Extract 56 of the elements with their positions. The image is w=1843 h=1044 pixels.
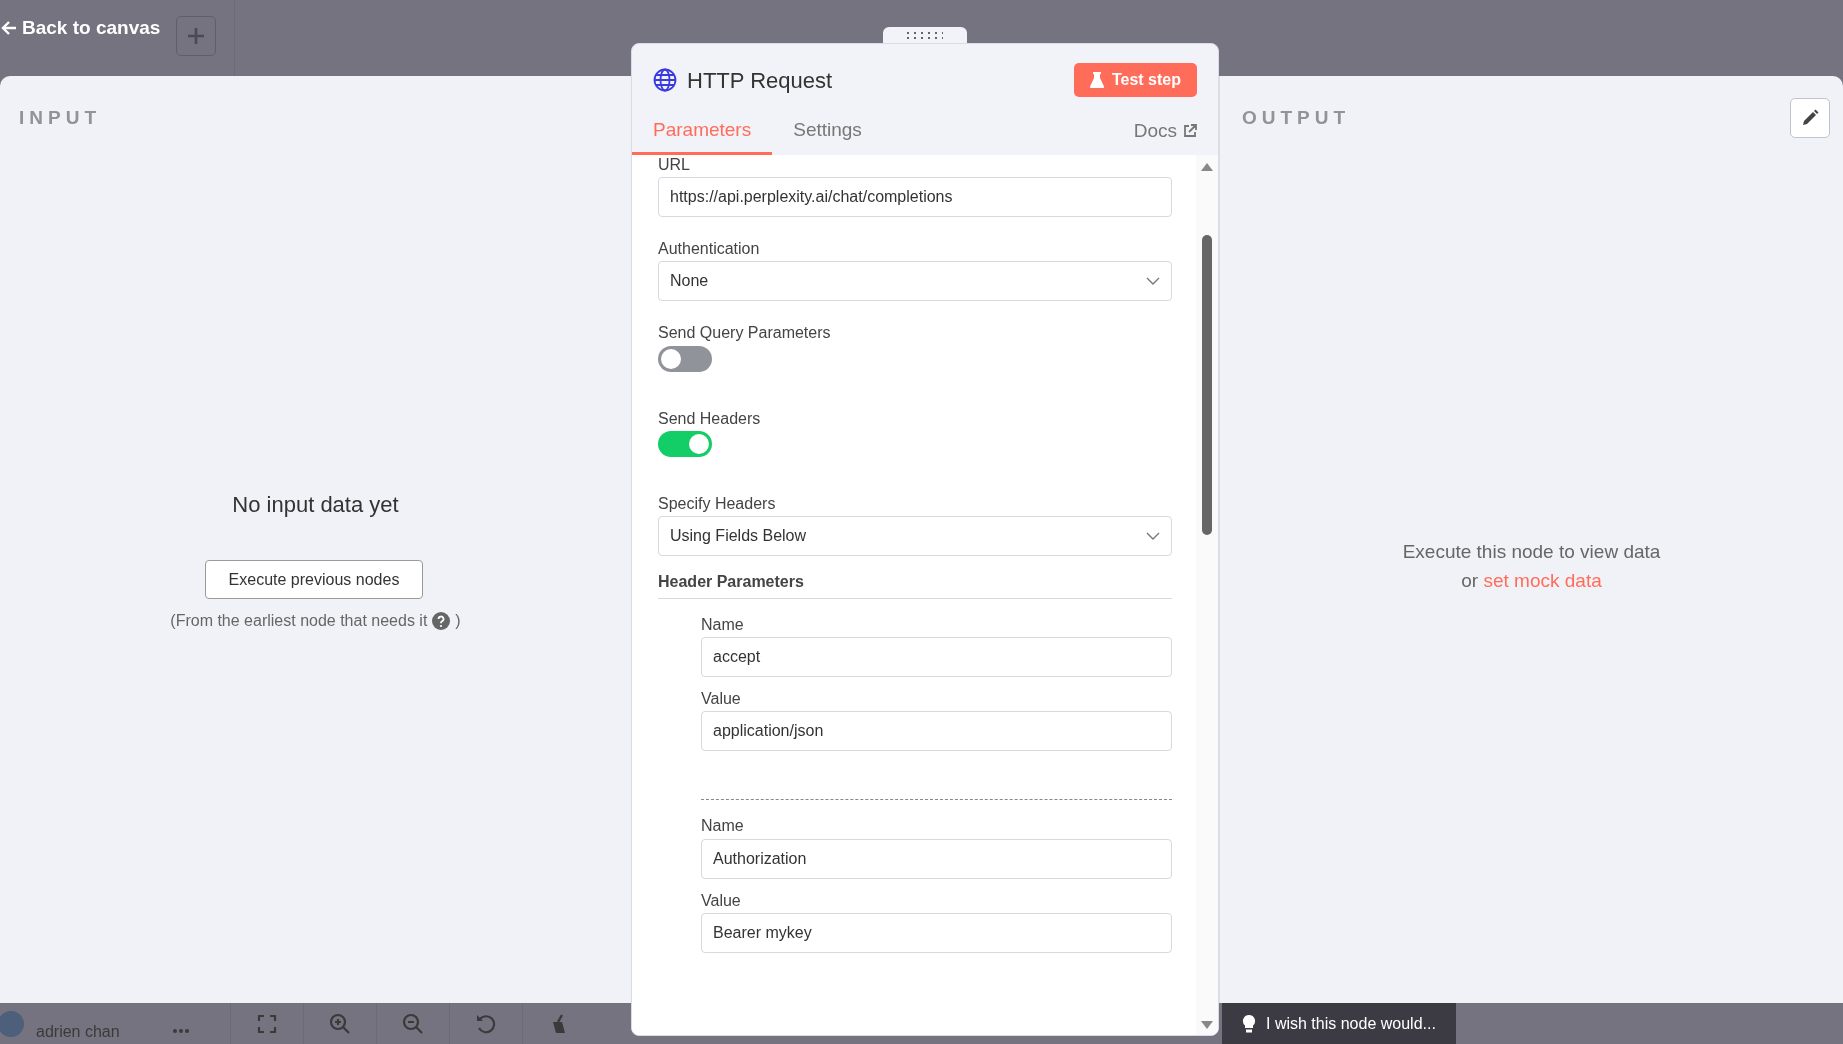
output-empty-message: Execute this node to view data [1401,540,1662,564]
fullscreen-icon[interactable] [256,1013,277,1034]
header-value-input[interactable]: Bearer mykey [701,912,1172,953]
field-label: Send Query Parameters [658,323,832,343]
external-link-icon [1183,123,1197,138]
empty-title: No input data yet [231,491,400,519]
select-field[interactable]: None [658,261,1172,302]
field-label: URL [658,155,691,175]
add-button[interactable] [176,16,217,56]
input-heading: INPUT [19,106,101,130]
field-label: Send Headers [658,408,762,428]
field-label: Value [701,689,742,709]
grip-icon [907,32,943,40]
select-field[interactable]: Using Fields Below [658,515,1172,556]
back-arrow-icon [0,19,18,37]
or-text: or [1461,569,1479,591]
docs-link[interactable]: Docs [1133,116,1197,155]
hint-text: ) [455,611,461,631]
more-icon[interactable] [171,1027,190,1034]
edit-button[interactable] [1790,98,1830,138]
section-title: Header Parameters [658,569,1172,599]
zoom-in-icon[interactable] [328,1012,351,1035]
field-label: Value [701,890,742,910]
flask-icon [1089,72,1104,88]
feedback-text: I wish this node would... [1266,1013,1436,1034]
zoom-out-icon[interactable] [401,1012,424,1035]
execute-previous-nodes-button[interactable]: Execute previous nodes [205,560,423,599]
scroll-down-icon[interactable] [1201,1021,1213,1029]
undo-icon[interactable] [474,1012,497,1035]
field-label: Authentication [658,239,761,259]
field-label: Name [701,614,745,635]
avatar-icon [0,1010,24,1037]
plus-icon [187,27,206,45]
tab[interactable]: Settings [772,115,883,155]
pencil-icon [1800,108,1820,128]
output-heading: OUTPUT [1242,106,1351,130]
back-to-canvas-link[interactable]: Back to canvas [0,13,161,43]
toggle-switch[interactable] [658,430,712,457]
node-title: HTTP Request [687,66,833,95]
feedback-bar[interactable]: I wish this node would... [1222,1003,1456,1044]
hint-text: (From the earliest node that needs it [170,611,428,631]
help-icon [432,612,451,630]
lightbulb-icon [1242,1014,1256,1033]
header-name-input[interactable]: Authorization [701,838,1172,879]
toggle-switch[interactable] [658,345,712,372]
url-input[interactable]: https://api.perplexity.ai/chat/completions [658,177,1172,218]
header-name-input[interactable]: accept [701,637,1172,678]
field-label: Specify Headers [658,493,777,513]
chevron-down-icon [1146,277,1160,286]
header-value-input[interactable]: application/json [701,711,1172,752]
scrollbar-thumb[interactable] [1202,235,1212,535]
field-label: Name [701,816,745,836]
globe-icon [653,68,677,92]
chevron-down-icon [1146,531,1160,540]
scroll-up-icon[interactable] [1201,163,1213,171]
user-name: adrien chan [36,1021,120,1042]
